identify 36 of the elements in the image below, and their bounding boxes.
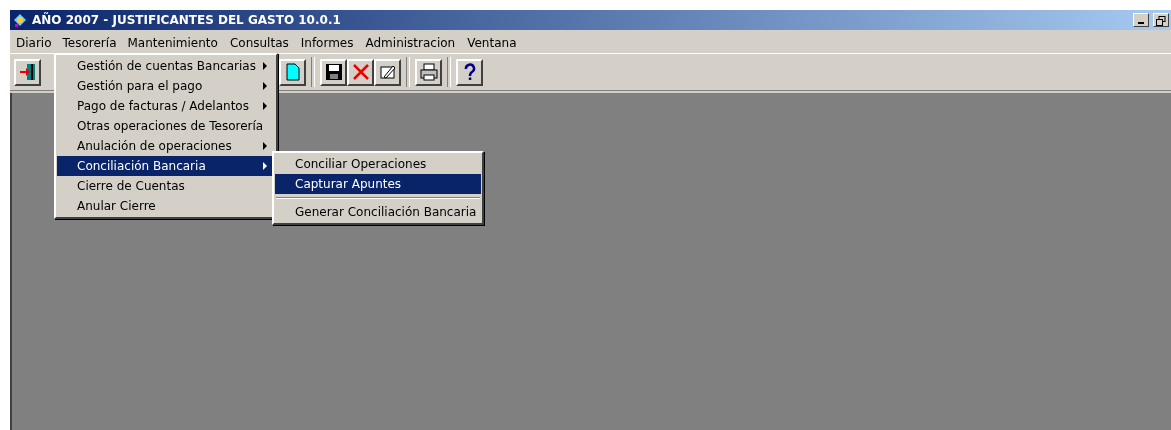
menu-item[interactable]: Capturar Apuntes	[275, 174, 481, 194]
restore-icon	[1156, 16, 1166, 26]
toolbar-button[interactable]	[415, 58, 442, 86]
menu-item[interactable]: Gestión para el pago	[57, 76, 275, 96]
help-button[interactable]	[456, 58, 483, 86]
menu-bar-item[interactable]: Mantenimiento	[121, 33, 224, 52]
toolbar-button[interactable]	[320, 58, 347, 86]
document-icon	[284, 63, 301, 81]
window-title: AÑO 2007 - JUSTIFICANTES DEL GASTO 10.0.1	[32, 13, 342, 27]
menu-item[interactable]: Conciliar Operaciones	[275, 154, 481, 174]
menu-bar-item[interactable]: Ventana	[461, 33, 523, 52]
menu-bar-item[interactable]: Consultas	[223, 33, 295, 52]
printer-icon	[419, 63, 438, 81]
menu-bar-item[interactable]: Administracion	[359, 33, 462, 52]
close-icon	[351, 63, 370, 81]
menu-item[interactable]: Anulación de operaciones	[57, 136, 275, 156]
menu-item[interactable]: Cierre de Cuentas	[57, 176, 275, 196]
toolbar-button[interactable]	[374, 58, 401, 86]
restore-button[interactable]	[1153, 13, 1169, 27]
menu-bar-item[interactable]: Informes	[294, 33, 360, 52]
menu-bar-item[interactable]: Diario	[10, 33, 58, 52]
exit-door-icon	[17, 62, 38, 82]
menu-item[interactable]: Otras operaciones de Tesorería	[57, 116, 275, 136]
menu-item[interactable]: Gestión de cuentas Bancarias	[57, 56, 275, 76]
menu-item[interactable]: Pago de facturas / Adelantos	[57, 96, 275, 116]
menu-bar-item[interactable]: Tesorería	[57, 34, 122, 51]
menu-item[interactable]: Conciliación Bancaria	[57, 156, 275, 176]
menu-item[interactable]: Anular Cierre	[57, 196, 275, 216]
minimize-button[interactable]	[1133, 13, 1149, 27]
menu-item[interactable]: Generar Conciliación Bancaria	[275, 202, 481, 222]
exit-button[interactable]	[14, 58, 41, 86]
note-pencil-icon	[378, 63, 397, 81]
toolbar-button[interactable]	[279, 58, 306, 86]
minimize-icon	[1138, 22, 1144, 24]
toolbar-button[interactable]	[347, 58, 374, 86]
app-logo-icon	[12, 12, 28, 28]
